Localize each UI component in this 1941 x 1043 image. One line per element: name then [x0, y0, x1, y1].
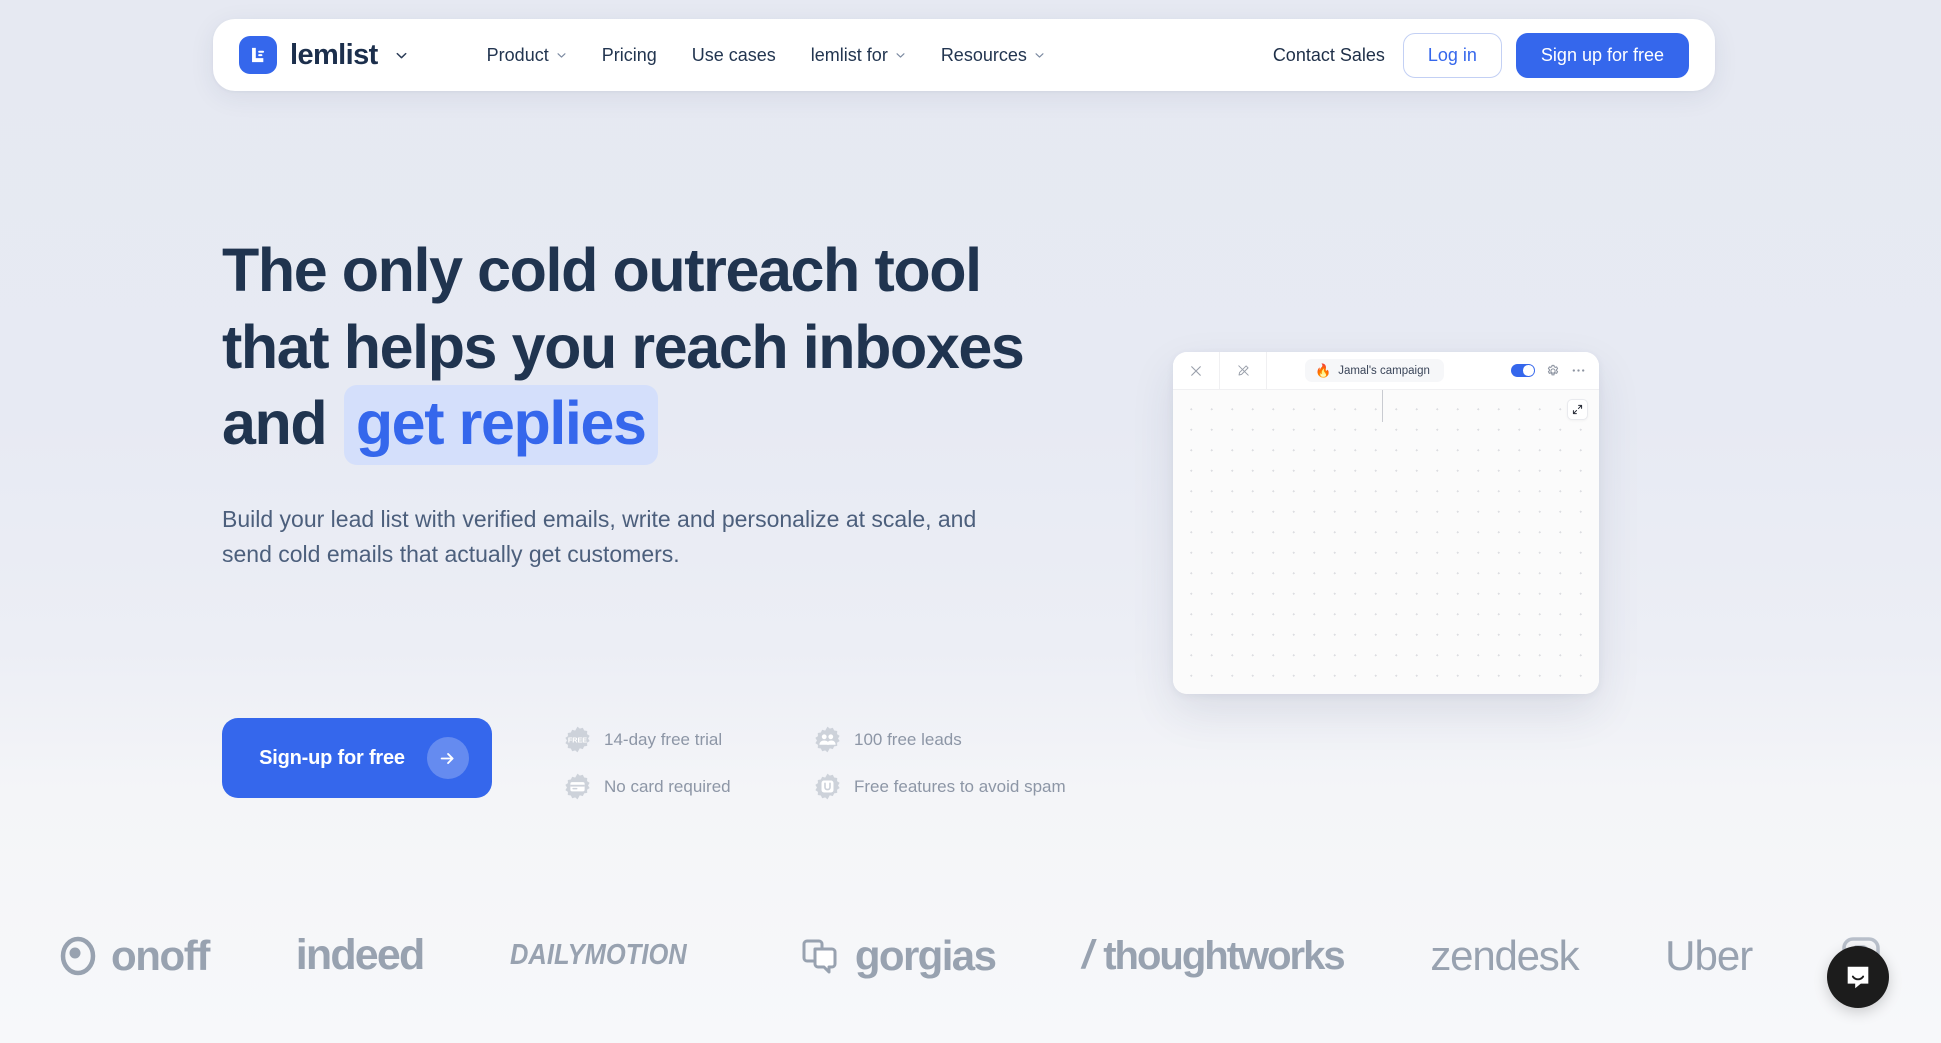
main-navbar: lemlist Product Pricing Use cases lemlis…: [213, 19, 1715, 91]
client-logo-thoughtworks: / thoughtworks: [1082, 933, 1346, 978]
flame-icon: 🔥: [1315, 363, 1332, 378]
client-logo-uber: Uber: [1665, 931, 1753, 979]
onoff-mark-icon: [60, 936, 96, 975]
chevron-down-icon[interactable]: [394, 48, 409, 63]
client-logo-bar: onoff indeed DAILYMOTION gorgias / thoug…: [0, 868, 1941, 1043]
brand-logo[interactable]: lemlist: [239, 36, 409, 74]
contact-sales-link[interactable]: Contact Sales: [1273, 45, 1389, 66]
perk-label: Free features to avoid spam: [854, 776, 1066, 796]
chevron-down-icon: [895, 50, 906, 61]
perk-label: 100 free leads: [854, 729, 962, 749]
credit-card-badge-icon: [565, 773, 590, 800]
page-title: The only cold outreach tool that helps y…: [222, 232, 1052, 466]
svg-text:FREE: FREE: [568, 735, 587, 744]
client-logo-label: Uber: [1665, 931, 1753, 979]
chevron-down-icon: [556, 50, 567, 61]
close-icon[interactable]: [1173, 352, 1220, 390]
signup-hero-button[interactable]: Sign-up for free: [222, 718, 492, 798]
chat-bubble-icon[interactable]: [1827, 946, 1889, 1008]
nav-item-pricing[interactable]: Pricing: [602, 45, 657, 66]
hero-cta-row: Sign-up for free FREE 14-day free trial …: [222, 718, 1066, 800]
unsubscribe-badge-icon: [815, 773, 840, 800]
chevron-down-icon: [1034, 50, 1045, 61]
perk-avoid-spam: Free features to avoid spam: [814, 773, 1066, 800]
nav-item-label: Pricing: [601, 44, 657, 65]
perk-no-card: No card required: [564, 773, 814, 800]
primary-nav: Product Pricing Use cases lemlist for Re…: [487, 45, 1045, 66]
client-logo-gorgias: gorgias: [798, 931, 997, 979]
brand-name: lemlist: [290, 38, 378, 71]
perk-free-trial: FREE 14-day free trial: [564, 726, 814, 753]
campaign-toggle[interactable]: [1511, 363, 1535, 378]
client-logo-label: onoff: [111, 931, 210, 979]
client-logo-label: indeed: [295, 931, 426, 979]
client-logo-zendesk: zendesk: [1430, 931, 1579, 979]
people-badge-icon: [815, 726, 840, 753]
client-logo-prefix: /: [1082, 933, 1094, 977]
nav-item-lemlist-for[interactable]: lemlist for: [811, 45, 906, 66]
canvas-divider: [1382, 390, 1383, 422]
free-badge-icon: FREE: [565, 726, 590, 753]
perk-label: No card required: [604, 776, 731, 796]
client-logo-label: zendesk: [1430, 931, 1579, 979]
login-button[interactable]: Log in: [1402, 32, 1502, 78]
client-logo-label: thoughtworks: [1103, 933, 1345, 978]
nav-item-use-cases[interactable]: Use cases: [692, 45, 776, 66]
app-preview-panel: 🔥 Jamal's campaign: [1173, 352, 1599, 694]
arrow-right-icon: [426, 737, 469, 779]
campaign-name-label: Jamal's campaign: [1338, 364, 1430, 377]
signup-hero-label: Sign-up for free: [259, 746, 405, 769]
panel-toolbar-actions: [1511, 363, 1599, 378]
nav-item-resources[interactable]: Resources: [941, 45, 1045, 66]
perk-label: 14-day free trial: [604, 729, 723, 749]
hero-subheadline: Build your lead list with verified email…: [222, 505, 977, 568]
hero-perks-list: FREE 14-day free trial 100 free leads No…: [564, 726, 1066, 800]
nav-item-label: Resources: [940, 44, 1027, 65]
gear-icon[interactable]: [1546, 364, 1560, 378]
edit-pen-icon[interactable]: [1220, 352, 1267, 390]
nav-item-label: Product: [486, 44, 549, 65]
client-logo-label: DAILYMOTION: [510, 939, 687, 971]
nav-item-label: lemlist for: [810, 44, 888, 65]
panel-toolbar: 🔥 Jamal's campaign: [1173, 352, 1599, 390]
hero-section: The only cold outreach tool that helps y…: [222, 232, 1052, 573]
nav-item-product[interactable]: Product: [487, 45, 567, 66]
gorgias-mark-icon: [802, 939, 837, 973]
client-logo-label: gorgias: [854, 931, 997, 979]
lemlist-logo-icon: [239, 36, 277, 74]
campaign-canvas[interactable]: [1173, 390, 1599, 694]
more-horizontal-icon[interactable]: [1571, 363, 1586, 378]
nav-item-label: Use cases: [691, 44, 776, 65]
nav-actions: Contact Sales Log in Sign up for free: [1273, 32, 1689, 78]
client-logo-onoff: onoff: [58, 931, 210, 979]
expand-arrows-icon[interactable]: [1567, 399, 1588, 420]
perk-free-leads: 100 free leads: [814, 726, 1066, 753]
client-logo-dailymotion: DAILYMOTION: [510, 941, 711, 970]
client-logo-indeed: indeed: [295, 931, 426, 979]
campaign-name-pill[interactable]: 🔥 Jamal's campaign: [1305, 359, 1444, 382]
signup-nav-button[interactable]: Sign up for free: [1515, 32, 1689, 78]
headline-accent: get replies: [343, 385, 658, 466]
